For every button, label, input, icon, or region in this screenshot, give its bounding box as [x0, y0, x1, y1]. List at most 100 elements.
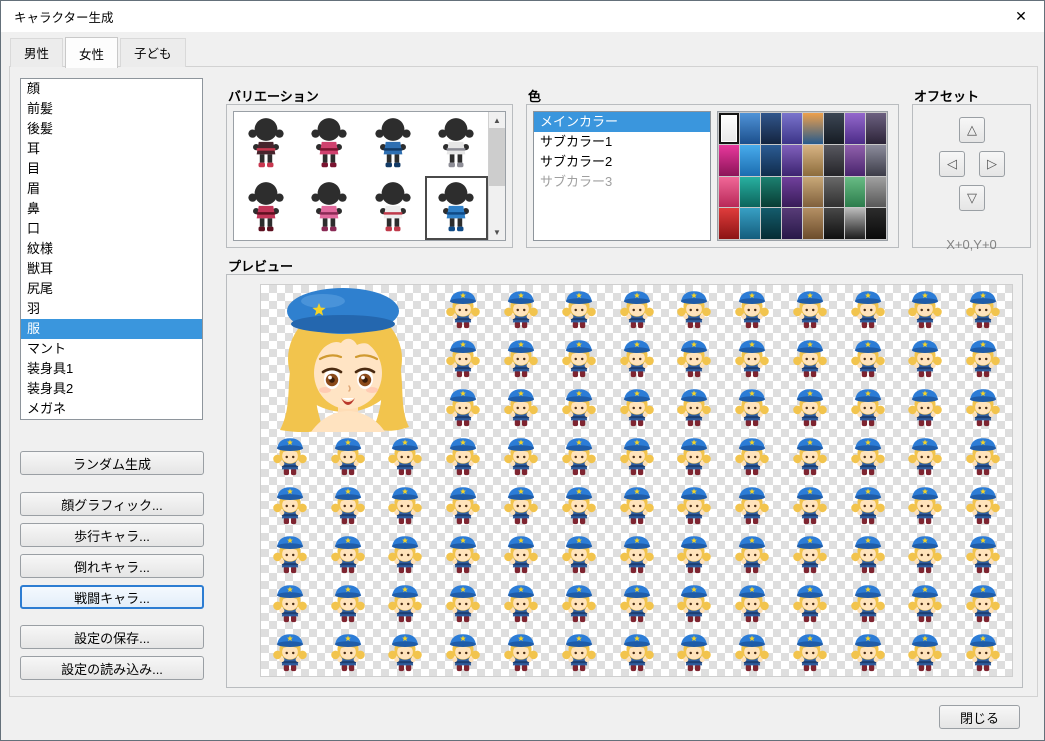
scrollbar-track[interactable] [489, 128, 505, 224]
color-swatch[interactable] [719, 145, 739, 176]
color-swatch[interactable] [761, 208, 781, 239]
parts-list-item[interactable]: 前髪 [21, 99, 202, 119]
variation-silhouette [241, 116, 291, 172]
color-target-item[interactable]: サブカラー1 [534, 132, 710, 152]
variation-thumbnail[interactable] [425, 176, 489, 240]
color-swatch[interactable] [761, 145, 781, 176]
character-sprite [267, 433, 313, 479]
color-swatch[interactable] [824, 113, 844, 144]
color-swatch[interactable] [782, 113, 802, 144]
parts-list-item[interactable]: 紋様 [21, 239, 202, 259]
color-swatch[interactable] [719, 208, 739, 239]
color-swatch[interactable] [761, 177, 781, 208]
color-target-item[interactable]: サブカラー3 [534, 172, 710, 192]
offset-up-icon[interactable]: △ [959, 117, 985, 143]
character-sprite [902, 335, 948, 381]
character-sprite [614, 384, 660, 430]
color-swatch[interactable] [803, 145, 823, 176]
save-settings-button[interactable]: 設定の保存... [20, 625, 204, 649]
scroll-down-icon[interactable]: ▼ [489, 224, 505, 240]
parts-list-item[interactable]: 眉 [21, 179, 202, 199]
color-target-item[interactable]: メインカラー [534, 112, 710, 132]
tab-male[interactable]: 男性 [10, 38, 63, 67]
color-swatch[interactable] [782, 145, 802, 176]
character-sprite [382, 531, 428, 577]
parts-list-item[interactable]: 獣耳 [21, 259, 202, 279]
color-swatch[interactable] [761, 113, 781, 144]
character-sprite [960, 580, 1006, 626]
damage-character-button[interactable]: 倒れキャラ... [20, 554, 204, 578]
color-swatch[interactable] [740, 113, 760, 144]
tab-page-female: 顔前髪後髪耳目眉鼻口紋様獣耳尻尾羽服マント装身具1装身具2メガネ ランダム生成 … [9, 66, 1038, 697]
offset-left-icon[interactable]: ◁ [939, 151, 965, 177]
color-swatch[interactable] [866, 145, 886, 176]
color-swatch[interactable] [845, 113, 865, 144]
character-sprite [960, 335, 1006, 381]
battle-character-button[interactable]: 戦闘キャラ... [20, 585, 204, 609]
color-swatch[interactable] [824, 177, 844, 208]
parts-list-item[interactable]: 顔 [21, 79, 202, 99]
variation-thumbnail[interactable] [298, 176, 362, 240]
color-swatch[interactable] [824, 145, 844, 176]
parts-list-item[interactable]: 鼻 [21, 199, 202, 219]
color-swatch[interactable] [845, 145, 865, 176]
variation-thumbnail[interactable] [361, 176, 425, 240]
variation-thumbnail[interactable] [425, 112, 489, 176]
character-sprite [498, 482, 544, 528]
color-swatch[interactable] [782, 177, 802, 208]
parts-list-item[interactable]: マント [21, 339, 202, 359]
tab-child[interactable]: 子ども [120, 38, 186, 67]
character-sprite [960, 433, 1006, 479]
color-swatch[interactable] [740, 145, 760, 176]
color-target-item[interactable]: サブカラー2 [534, 152, 710, 172]
color-swatch[interactable] [803, 177, 823, 208]
scrollbar-thumb[interactable] [489, 128, 505, 186]
character-sprite [671, 580, 717, 626]
parts-list-item[interactable]: 装身具2 [21, 379, 202, 399]
color-swatch[interactable] [740, 208, 760, 239]
parts-list-item[interactable]: 尻尾 [21, 279, 202, 299]
face-graphic-button[interactable]: 顔グラフィック... [20, 492, 204, 516]
close-button[interactable]: 閉じる [939, 705, 1020, 729]
character-sprite [960, 384, 1006, 430]
character-sprite [787, 629, 833, 675]
color-swatch[interactable] [803, 208, 823, 239]
color-swatch[interactable] [719, 113, 739, 144]
variation-thumbnail[interactable] [298, 112, 362, 176]
character-sprite [556, 384, 602, 430]
parts-list-item[interactable]: 後髪 [21, 119, 202, 139]
parts-list-item[interactable]: 装身具1 [21, 359, 202, 379]
color-swatch[interactable] [719, 177, 739, 208]
face-preview [261, 285, 434, 432]
color-swatch[interactable] [845, 208, 865, 239]
color-swatch[interactable] [740, 177, 760, 208]
offset-right-icon[interactable]: ▷ [979, 151, 1005, 177]
parts-list-item[interactable]: 羽 [21, 299, 202, 319]
offset-down-icon[interactable]: ▽ [959, 185, 985, 211]
walk-character-button[interactable]: 歩行キャラ... [20, 523, 204, 547]
color-swatch[interactable] [866, 177, 886, 208]
character-sprite [325, 482, 371, 528]
variation-scrollbar[interactable]: ▲ ▼ [488, 112, 505, 240]
parts-list-item[interactable]: 口 [21, 219, 202, 239]
load-settings-button[interactable]: 設定の読み込み... [20, 656, 204, 680]
color-swatch[interactable] [866, 113, 886, 144]
parts-list-item[interactable]: 目 [21, 159, 202, 179]
random-generate-button[interactable]: ランダム生成 [20, 451, 204, 475]
color-swatch[interactable] [803, 113, 823, 144]
character-sprite [440, 335, 486, 381]
variation-thumbnail[interactable] [234, 112, 298, 176]
color-swatch[interactable] [824, 208, 844, 239]
tab-female[interactable]: 女性 [65, 37, 118, 68]
color-swatch[interactable] [845, 177, 865, 208]
parts-list-item[interactable]: 服 [21, 319, 202, 339]
color-swatch[interactable] [866, 208, 886, 239]
variation-thumbnail[interactable] [234, 176, 298, 240]
parts-list-item[interactable]: メガネ [21, 399, 202, 419]
scroll-up-icon[interactable]: ▲ [489, 112, 505, 128]
variation-thumbnail[interactable] [361, 112, 425, 176]
parts-list-item[interactable]: 耳 [21, 139, 202, 159]
character-sprite [671, 482, 717, 528]
color-swatch[interactable] [782, 208, 802, 239]
close-icon[interactable]: ✕ [998, 1, 1044, 32]
